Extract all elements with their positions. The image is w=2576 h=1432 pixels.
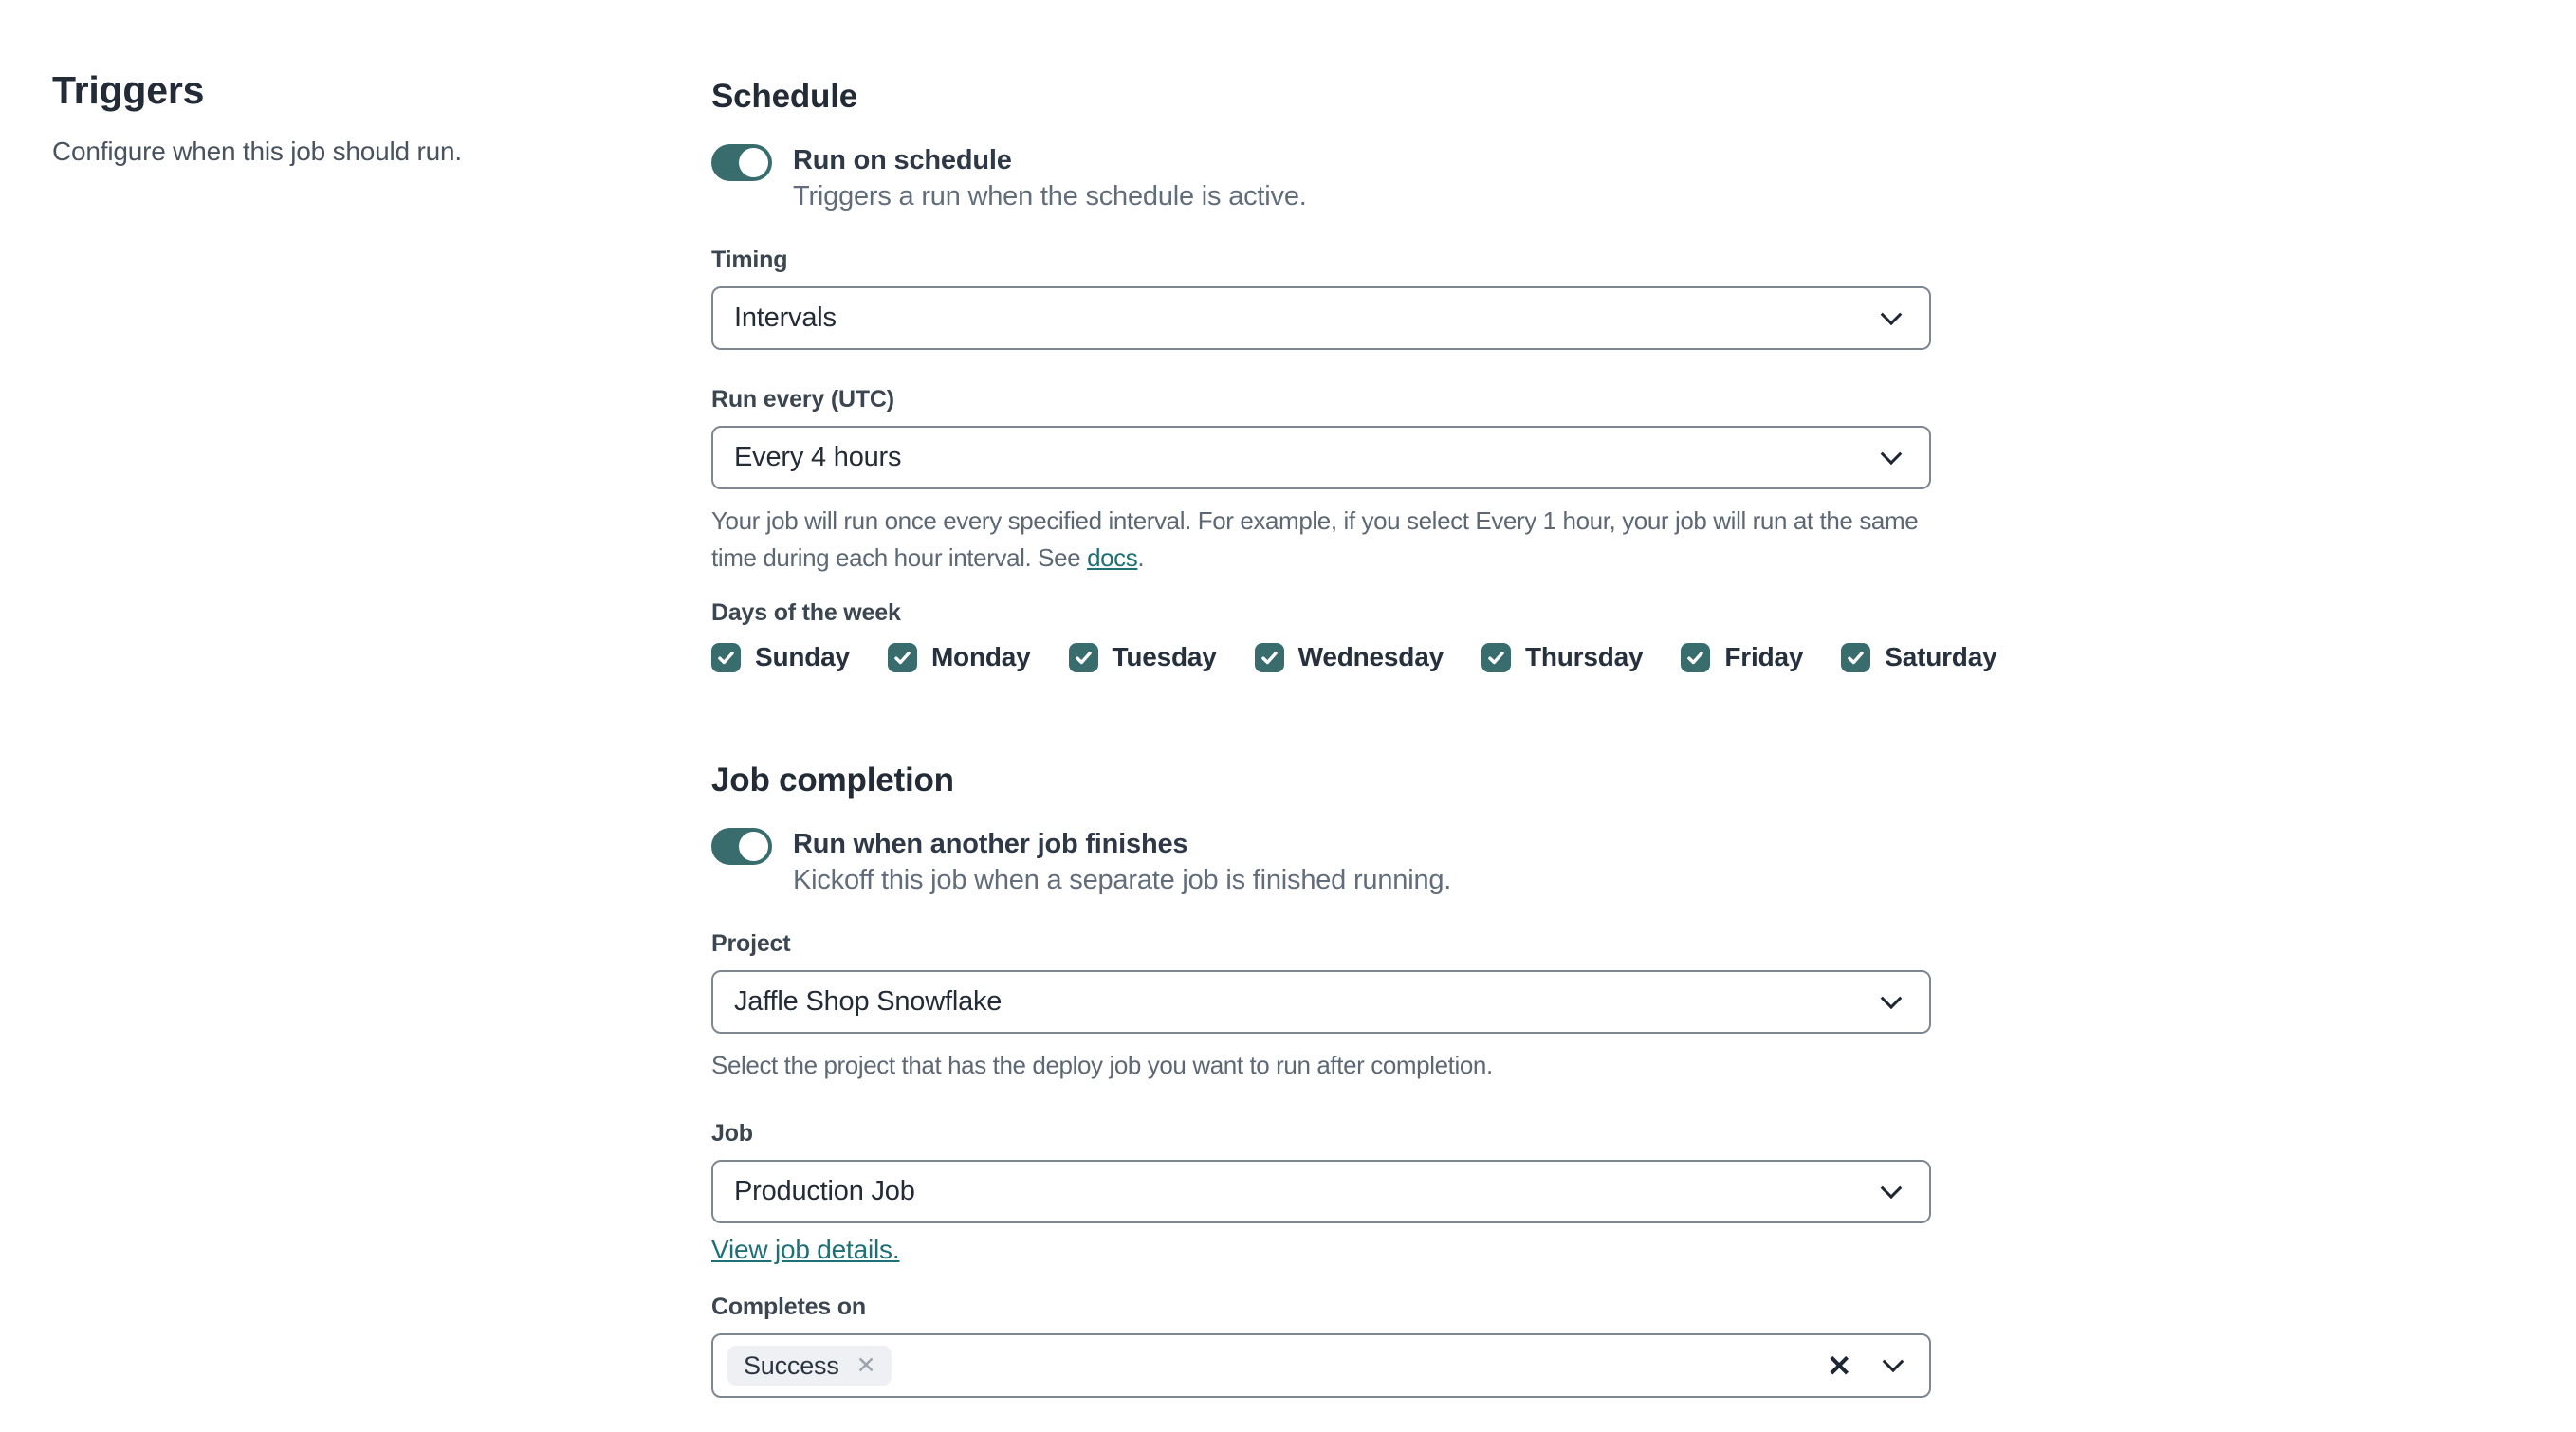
project-field: Project Jaffle Shop Snowflake Select the…	[711, 928, 1931, 1084]
timing-select[interactable]: Intervals	[711, 286, 1931, 350]
days-of-week-label: Days of the week	[711, 599, 901, 626]
run-every-field: Run every (UTC) Every 4 hours Your job w…	[711, 384, 1997, 672]
run-when-job-finishes-text: Run when another job finishes Kickoff th…	[793, 826, 1451, 898]
day-checkbox-friday[interactable]: Friday	[1681, 642, 1803, 672]
run-on-schedule-description: Triggers a run when the schedule is acti…	[793, 181, 1307, 211]
help-text: Your job will run once every specified i…	[711, 506, 1919, 572]
day-checkbox-monday[interactable]: Monday	[887, 642, 1031, 672]
days-of-week-row: Sunday Monday Tuesday Wednesday Thursday…	[711, 642, 1997, 672]
job-completion-heading: Job completion	[711, 762, 954, 799]
job-field: Job Production Job View job details.	[711, 1118, 1931, 1265]
day-checkbox-tuesday[interactable]: Tuesday	[1068, 642, 1217, 672]
checkbox-checked-icon	[1481, 642, 1511, 672]
toggle-knob	[739, 148, 768, 177]
job-select[interactable]: Production Job	[711, 1160, 1931, 1223]
day-checkbox-wednesday[interactable]: Wednesday	[1254, 642, 1444, 672]
checkbox-checked-icon	[1254, 642, 1284, 672]
run-every-label: Run every (UTC)	[711, 386, 894, 413]
remove-status-icon[interactable]: ✕	[856, 1353, 876, 1378]
docs-link[interactable]: docs	[1087, 543, 1138, 572]
job-label: Job	[711, 1120, 753, 1147]
chevron-down-icon	[1880, 986, 1903, 1009]
checkbox-checked-icon	[887, 642, 917, 672]
chevron-down-icon	[1880, 1176, 1903, 1199]
day-label: Saturday	[1885, 642, 1997, 671]
run-on-schedule-row: Run on schedule Triggers a run when the …	[711, 142, 1931, 214]
day-checkbox-thursday[interactable]: Thursday	[1481, 642, 1644, 672]
run-when-job-finishes-row: Run when another job finishes Kickoff th…	[711, 826, 1931, 898]
checkbox-checked-icon	[1068, 642, 1098, 672]
selected-status-pill: Success ✕	[727, 1346, 892, 1386]
run-when-job-finishes-label: Run when another job finishes	[793, 829, 1188, 859]
section-intro: Triggers Configure when this job should …	[52, 68, 640, 170]
run-when-job-finishes-description: Kickoff this job when a separate job is …	[793, 865, 1452, 895]
day-label: Friday	[1724, 642, 1804, 671]
day-label: Wednesday	[1297, 642, 1444, 671]
multiselect-controls: ✕	[1827, 1350, 1904, 1381]
run-every-selected-value: Every 4 hours	[734, 442, 902, 472]
run-when-job-finishes-toggle[interactable]	[711, 828, 772, 865]
page-title: Triggers	[52, 68, 205, 112]
help-text-period: .	[1137, 543, 1145, 572]
chevron-down-icon	[1880, 303, 1903, 325]
project-selected-value: Jaffle Shop Snowflake	[734, 986, 1003, 1017]
completes-on-label: Completes on	[711, 1294, 866, 1320]
checkbox-checked-icon	[1841, 642, 1871, 672]
job-selected-value: Production Job	[734, 1176, 915, 1206]
completes-on-field: Completes on Success ✕ ✕	[711, 1292, 1931, 1398]
days-of-week-field: Days of the week Sunday Monday Tuesday W…	[711, 597, 1997, 672]
project-select[interactable]: Jaffle Shop Snowflake	[711, 970, 1931, 1034]
chevron-down-icon	[1880, 442, 1903, 465]
timing-field: Timing Intervals	[711, 245, 1931, 350]
day-checkbox-sunday[interactable]: Sunday	[711, 642, 850, 672]
triggers-form: Schedule Run on schedule Triggers a run …	[711, 76, 1997, 1432]
day-label: Sunday	[755, 642, 850, 671]
view-job-details-link[interactable]: View job details.	[711, 1235, 900, 1265]
day-label: Tuesday	[1112, 642, 1217, 671]
checkbox-checked-icon	[711, 642, 741, 672]
day-label: Thursday	[1524, 642, 1644, 671]
timing-selected-value: Intervals	[734, 303, 837, 333]
chevron-down-icon	[1882, 1350, 1904, 1373]
toggle-knob	[739, 832, 768, 861]
project-help: Select the project that has the deploy j…	[711, 1051, 1493, 1079]
run-every-help: Your job will run once every specified i…	[711, 503, 1931, 577]
project-label: Project	[711, 930, 791, 957]
timing-label: Timing	[711, 247, 788, 273]
selected-status-label: Success	[744, 1350, 839, 1380]
triggers-settings-page: Triggers Configure when this job should …	[0, 0, 2576, 1398]
day-checkbox-saturday[interactable]: Saturday	[1841, 642, 1997, 672]
run-every-select[interactable]: Every 4 hours	[711, 426, 1931, 489]
run-on-schedule-label: Run on schedule	[793, 145, 1012, 175]
run-on-schedule-toggle[interactable]	[711, 144, 772, 181]
day-label: Monday	[930, 642, 1031, 671]
checkbox-checked-icon	[1681, 642, 1711, 672]
page-description: Configure when this job should run.	[52, 137, 462, 166]
schedule-heading: Schedule	[711, 78, 858, 115]
run-on-schedule-text: Run on schedule Triggers a run when the …	[793, 142, 1307, 214]
clear-all-icon[interactable]: ✕	[1827, 1351, 1851, 1381]
